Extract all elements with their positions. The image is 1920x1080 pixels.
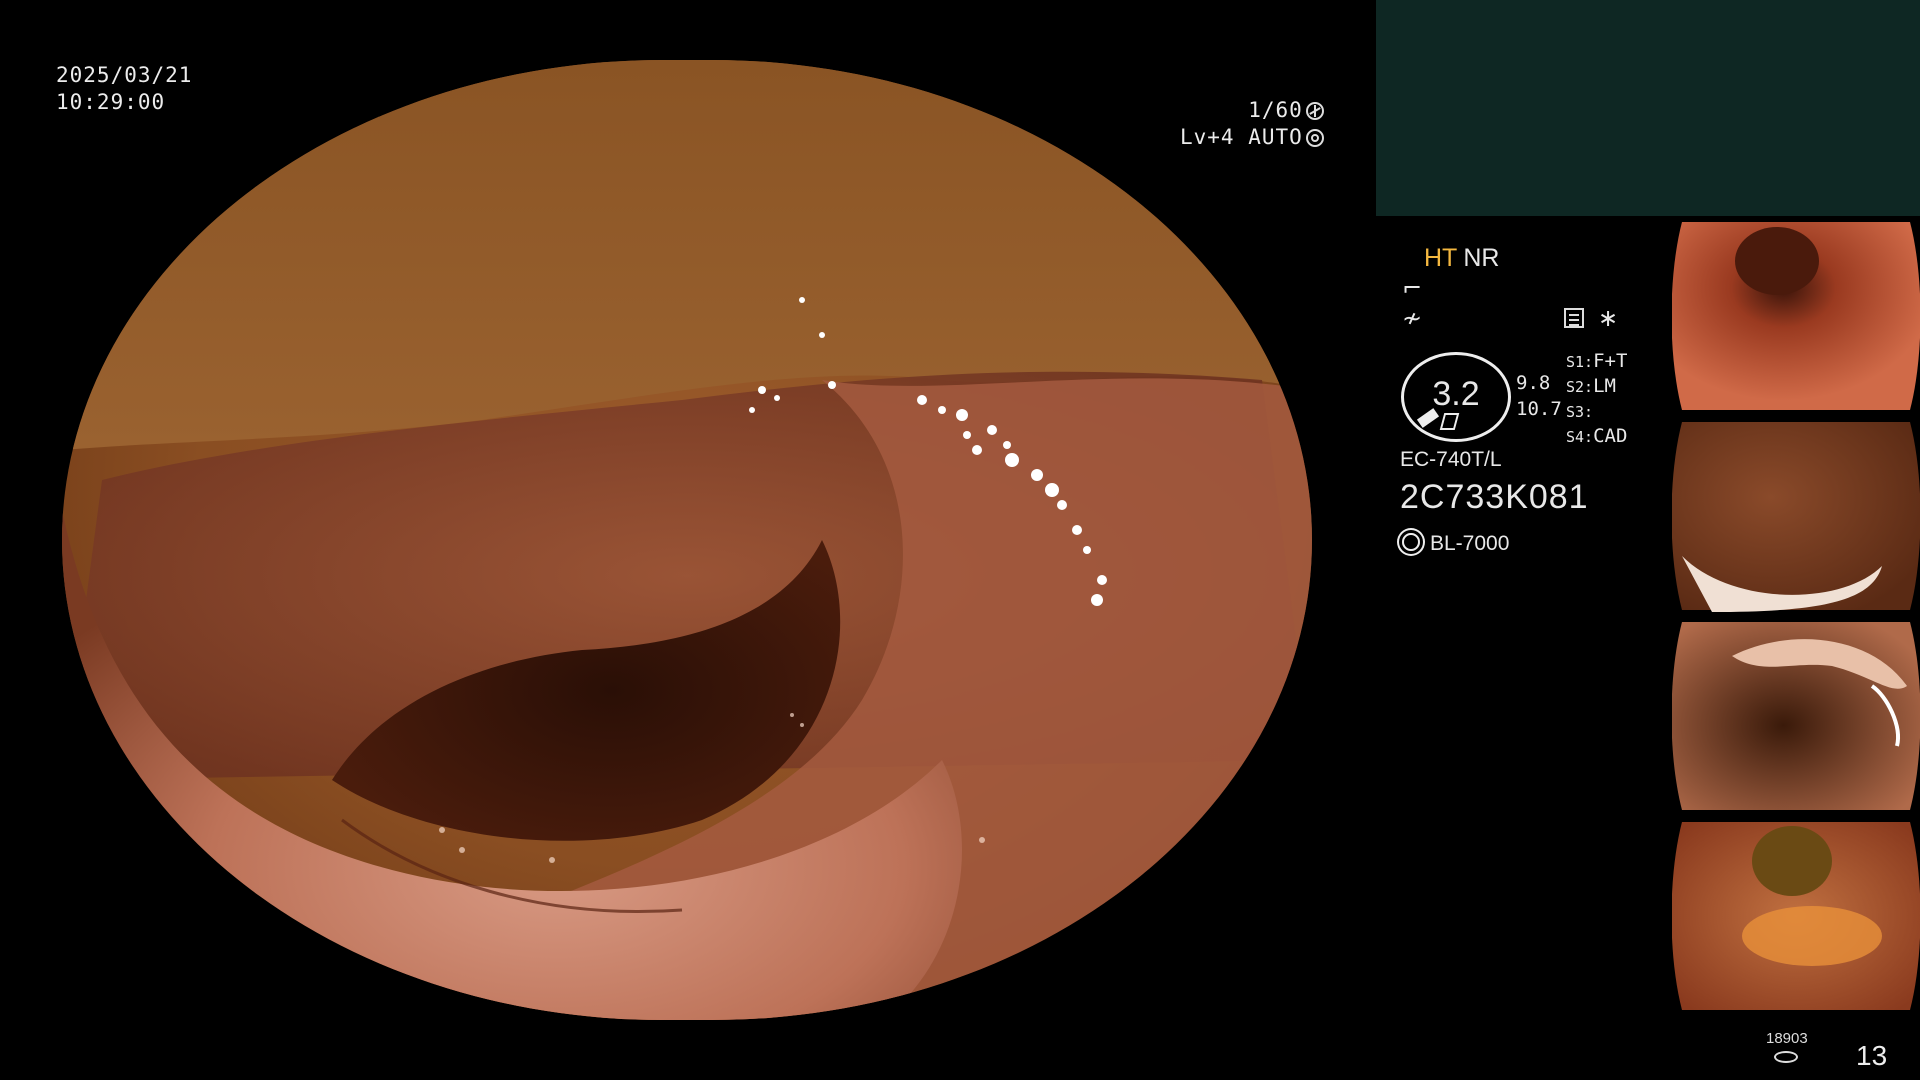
exposure-mode-text: AUTO [1248,125,1303,149]
auto-iris-icon [1305,129,1324,147]
scope-serial: 2C733K081 [1400,478,1589,516]
light-source-label: BL-7000 [1430,532,1510,555]
status-panel-top [1376,0,1920,216]
capture-thumbnails [1672,216,1920,1016]
level-line: Lv+4 AUTO [1180,124,1324,151]
time-text: 10:29:00 [56,90,166,114]
switch-s4: S4:CAD [1566,425,1628,447]
datetime-overlay: 2025/03/21 10:29:00 [56,62,192,116]
switch-s2: S2:LM [1566,375,1616,397]
thumbnail-4[interactable] [1672,816,1920,1016]
nr-mode-label: NR [1463,244,1500,272]
shutter-line: 1/60 [1180,97,1324,124]
light-level-text: Lv+4 [1180,125,1235,149]
capture-count: 13 [1856,1040,1888,1071]
frame-icon [1439,413,1460,430]
thumbnail-2[interactable] [1672,416,1920,616]
light-source: BL-7000 [1402,532,1509,556]
switch-s3: S3: [1566,403,1594,421]
shutter-icon [1305,102,1324,120]
disk-icon [1774,1051,1798,1063]
shutter-text: 1/60 [1248,98,1303,122]
image-count: 18903 [1766,1030,1808,1047]
edge-icon: ≁ [1402,304,1423,332]
scope-info-panel: HT NR ⌐ ≁ ∗ 3.2 9.8 10.7 S1:F+T S2:LM S3:… [1376,216,1666,1080]
asterisk-icon: ∗ [1598,304,1619,332]
exposure-overlay: 1/60 Lv+4 AUTO [1180,97,1324,151]
thumbnail-3[interactable] [1672,616,1920,816]
enhance-curve-icon: ⌐ [1402,274,1423,302]
switch-s1: S1:F+T [1566,350,1628,372]
colon-lumen-image [62,60,1312,1020]
light-source-icon [1402,533,1420,551]
zoom-secondary-2: 10.7 [1516,398,1562,420]
zoom-value: 3.2 [1432,375,1480,413]
date-text: 2025/03/21 [56,63,193,87]
endoscope-live-view [62,60,1312,1020]
zoom-secondary-1: 9.8 [1516,372,1551,394]
settings-panel-icon [1564,308,1584,328]
ht-mode-label: HT [1424,244,1458,272]
thumbnail-1[interactable] [1672,216,1920,416]
zoom-indicator: 3.2 [1401,352,1511,442]
scope-model: EC-740T/L [1400,448,1502,471]
image-modes: HT NR [1424,244,1499,273]
